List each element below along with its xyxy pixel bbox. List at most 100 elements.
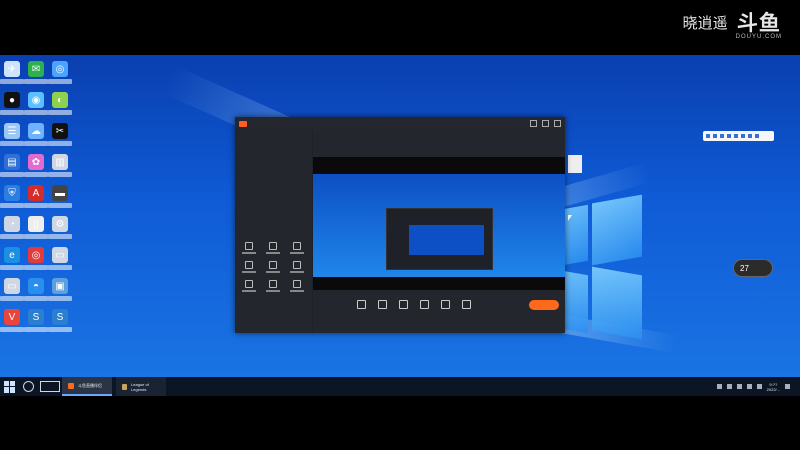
stream-preview[interactable] — [313, 157, 565, 290]
desktop-icon-label — [24, 172, 48, 177]
browser-icon[interactable]: ◎ — [48, 61, 72, 84]
security-icon[interactable]: ⛨ — [0, 185, 24, 208]
control-icon[interactable] — [357, 300, 366, 309]
settings-icon-glyph: ⚙ — [52, 216, 68, 232]
stream-watermark: 晓逍遥 斗鱼 DOUYU.COM — [683, 13, 782, 40]
tool-item[interactable] — [239, 261, 259, 275]
desktop-icon-label — [24, 296, 48, 301]
tray-icon[interactable] — [736, 384, 742, 389]
media-icon[interactable]: ▥ — [48, 154, 72, 177]
floating-monitor-badge[interactable]: 27 — [733, 259, 773, 277]
network-tray-icon[interactable] — [746, 384, 752, 389]
app-icon-glyph: ✈ — [4, 61, 20, 77]
tool-item[interactable] — [287, 242, 307, 256]
file-icon-glyph: ▯ — [28, 216, 44, 232]
tool-icon-glyph: ☰ — [4, 123, 20, 139]
tool-item[interactable] — [263, 280, 283, 294]
capcut-icon[interactable]: ✂ — [48, 123, 72, 146]
control-icons — [357, 300, 471, 309]
desktop-icon-label — [48, 79, 72, 84]
browser-icon-glyph: ◎ — [52, 61, 68, 77]
folder-icon-glyph: ▬ — [52, 185, 68, 201]
autocad-icon[interactable]: A — [24, 185, 48, 208]
volume-icon[interactable] — [462, 300, 471, 309]
desktop-icon-label — [48, 265, 72, 270]
tool-item[interactable] — [263, 261, 283, 275]
tool-item[interactable] — [263, 242, 283, 256]
target-icon-glyph: ◎ — [28, 247, 44, 263]
qq-icon-glyph: ● — [4, 92, 20, 108]
shield-s-icon[interactable]: S — [24, 309, 48, 332]
desktop-file-icon[interactable] — [568, 155, 582, 173]
cloud2-icon[interactable]: ◓ — [24, 278, 48, 301]
preview-panel — [313, 130, 565, 333]
mouse-cursor-icon — [568, 215, 572, 221]
shield-s2-icon-glyph: S — [52, 309, 68, 325]
control-icon[interactable] — [378, 300, 387, 309]
tray-icon[interactable] — [726, 384, 732, 389]
tray-icon[interactable] — [716, 384, 722, 389]
valorant-icon[interactable]: V — [0, 309, 24, 332]
target-icon[interactable]: ◎ — [24, 247, 48, 270]
volume-tray-icon[interactable] — [756, 384, 762, 389]
system-icon[interactable]: ◔ — [0, 216, 24, 239]
maximize-icon[interactable] — [542, 120, 549, 127]
tool-item[interactable] — [239, 242, 259, 256]
taskbar-app-douyu[interactable]: 斗鱼直播伴侣 — [62, 377, 112, 396]
edge-icon-glyph: e — [4, 247, 20, 263]
league-app-icon — [122, 383, 128, 390]
desktop-icon-label — [24, 234, 48, 239]
minimize-icon[interactable] — [530, 120, 537, 127]
desktop-icon-label — [48, 110, 72, 115]
control-icon[interactable] — [441, 300, 450, 309]
game-icon[interactable]: ◐ — [48, 92, 72, 115]
floating-toolbar[interactable] — [703, 131, 774, 141]
doc-icon[interactable]: ▤ — [0, 154, 24, 177]
search-icon[interactable] — [23, 381, 34, 392]
capcut-icon-glyph: ✂ — [52, 123, 68, 139]
notification-icon[interactable] — [785, 384, 790, 389]
desktop-icon-label — [24, 265, 48, 270]
valorant-icon-glyph: V — [4, 309, 20, 325]
close-icon[interactable] — [554, 120, 561, 127]
doc-icon-glyph: ▤ — [4, 154, 20, 170]
control-icon[interactable] — [399, 300, 408, 309]
clock-date: 2022/... — [766, 386, 780, 392]
color-icon-glyph: ✿ — [28, 154, 44, 170]
file-icon[interactable]: ▯ — [24, 216, 48, 239]
douyu-app-icon — [68, 382, 74, 389]
wechat-icon[interactable]: ✉ — [24, 61, 48, 84]
printer-icon[interactable]: ▭ — [48, 247, 72, 270]
monitor-icon[interactable]: ▭ — [0, 278, 24, 301]
taskbar-app-league[interactable]: League of Legends — [116, 377, 166, 396]
windows-desktop[interactable]: ✈ ✉ ◎ ● ◉ ◐ ☰ ☁ ✂ ▤ ✿ ▥ ⛨ A ▬ ◔ ▯ ⚙ e ◎ ▭ ▭ ◓ ▣ V S S 27 — [0, 55, 800, 377]
tool-item[interactable] — [287, 280, 307, 294]
streaming-app-window[interactable] — [235, 117, 565, 333]
tool-icon[interactable]: ☰ — [0, 123, 24, 146]
start-button-icon[interactable] — [4, 380, 16, 393]
app-icon[interactable]: ✈ — [0, 61, 24, 84]
network-icon[interactable]: ◉ — [24, 92, 48, 115]
settings-icon[interactable]: ⚙ — [48, 216, 72, 239]
folder-icon[interactable]: ▬ — [48, 185, 72, 208]
desktop-icon-label — [48, 172, 72, 177]
security-icon-glyph: ⛨ — [4, 185, 20, 201]
edge-icon[interactable]: e — [0, 247, 24, 270]
tool-item[interactable] — [287, 261, 307, 275]
screen-icon[interactable]: ▣ — [48, 278, 72, 301]
stream-info-header — [313, 130, 565, 157]
qq-icon[interactable]: ● — [0, 92, 24, 115]
control-icon[interactable] — [420, 300, 429, 309]
cloud-icon[interactable]: ☁ — [24, 123, 48, 146]
tool-item[interactable] — [239, 280, 259, 294]
shield-s2-icon[interactable]: S — [48, 309, 72, 332]
window-controls — [530, 120, 561, 127]
start-live-button[interactable] — [529, 300, 559, 310]
taskbar-app-label: League of Legends — [131, 381, 149, 392]
taskbar-clock[interactable]: 9:?? 2022/... — [767, 382, 780, 392]
color-icon[interactable]: ✿ — [24, 154, 48, 177]
desktop-icon-label — [48, 234, 72, 239]
task-view-icon[interactable] — [40, 381, 60, 392]
media-icon-glyph: ▥ — [52, 154, 68, 170]
system-icon-glyph: ◔ — [4, 216, 20, 232]
